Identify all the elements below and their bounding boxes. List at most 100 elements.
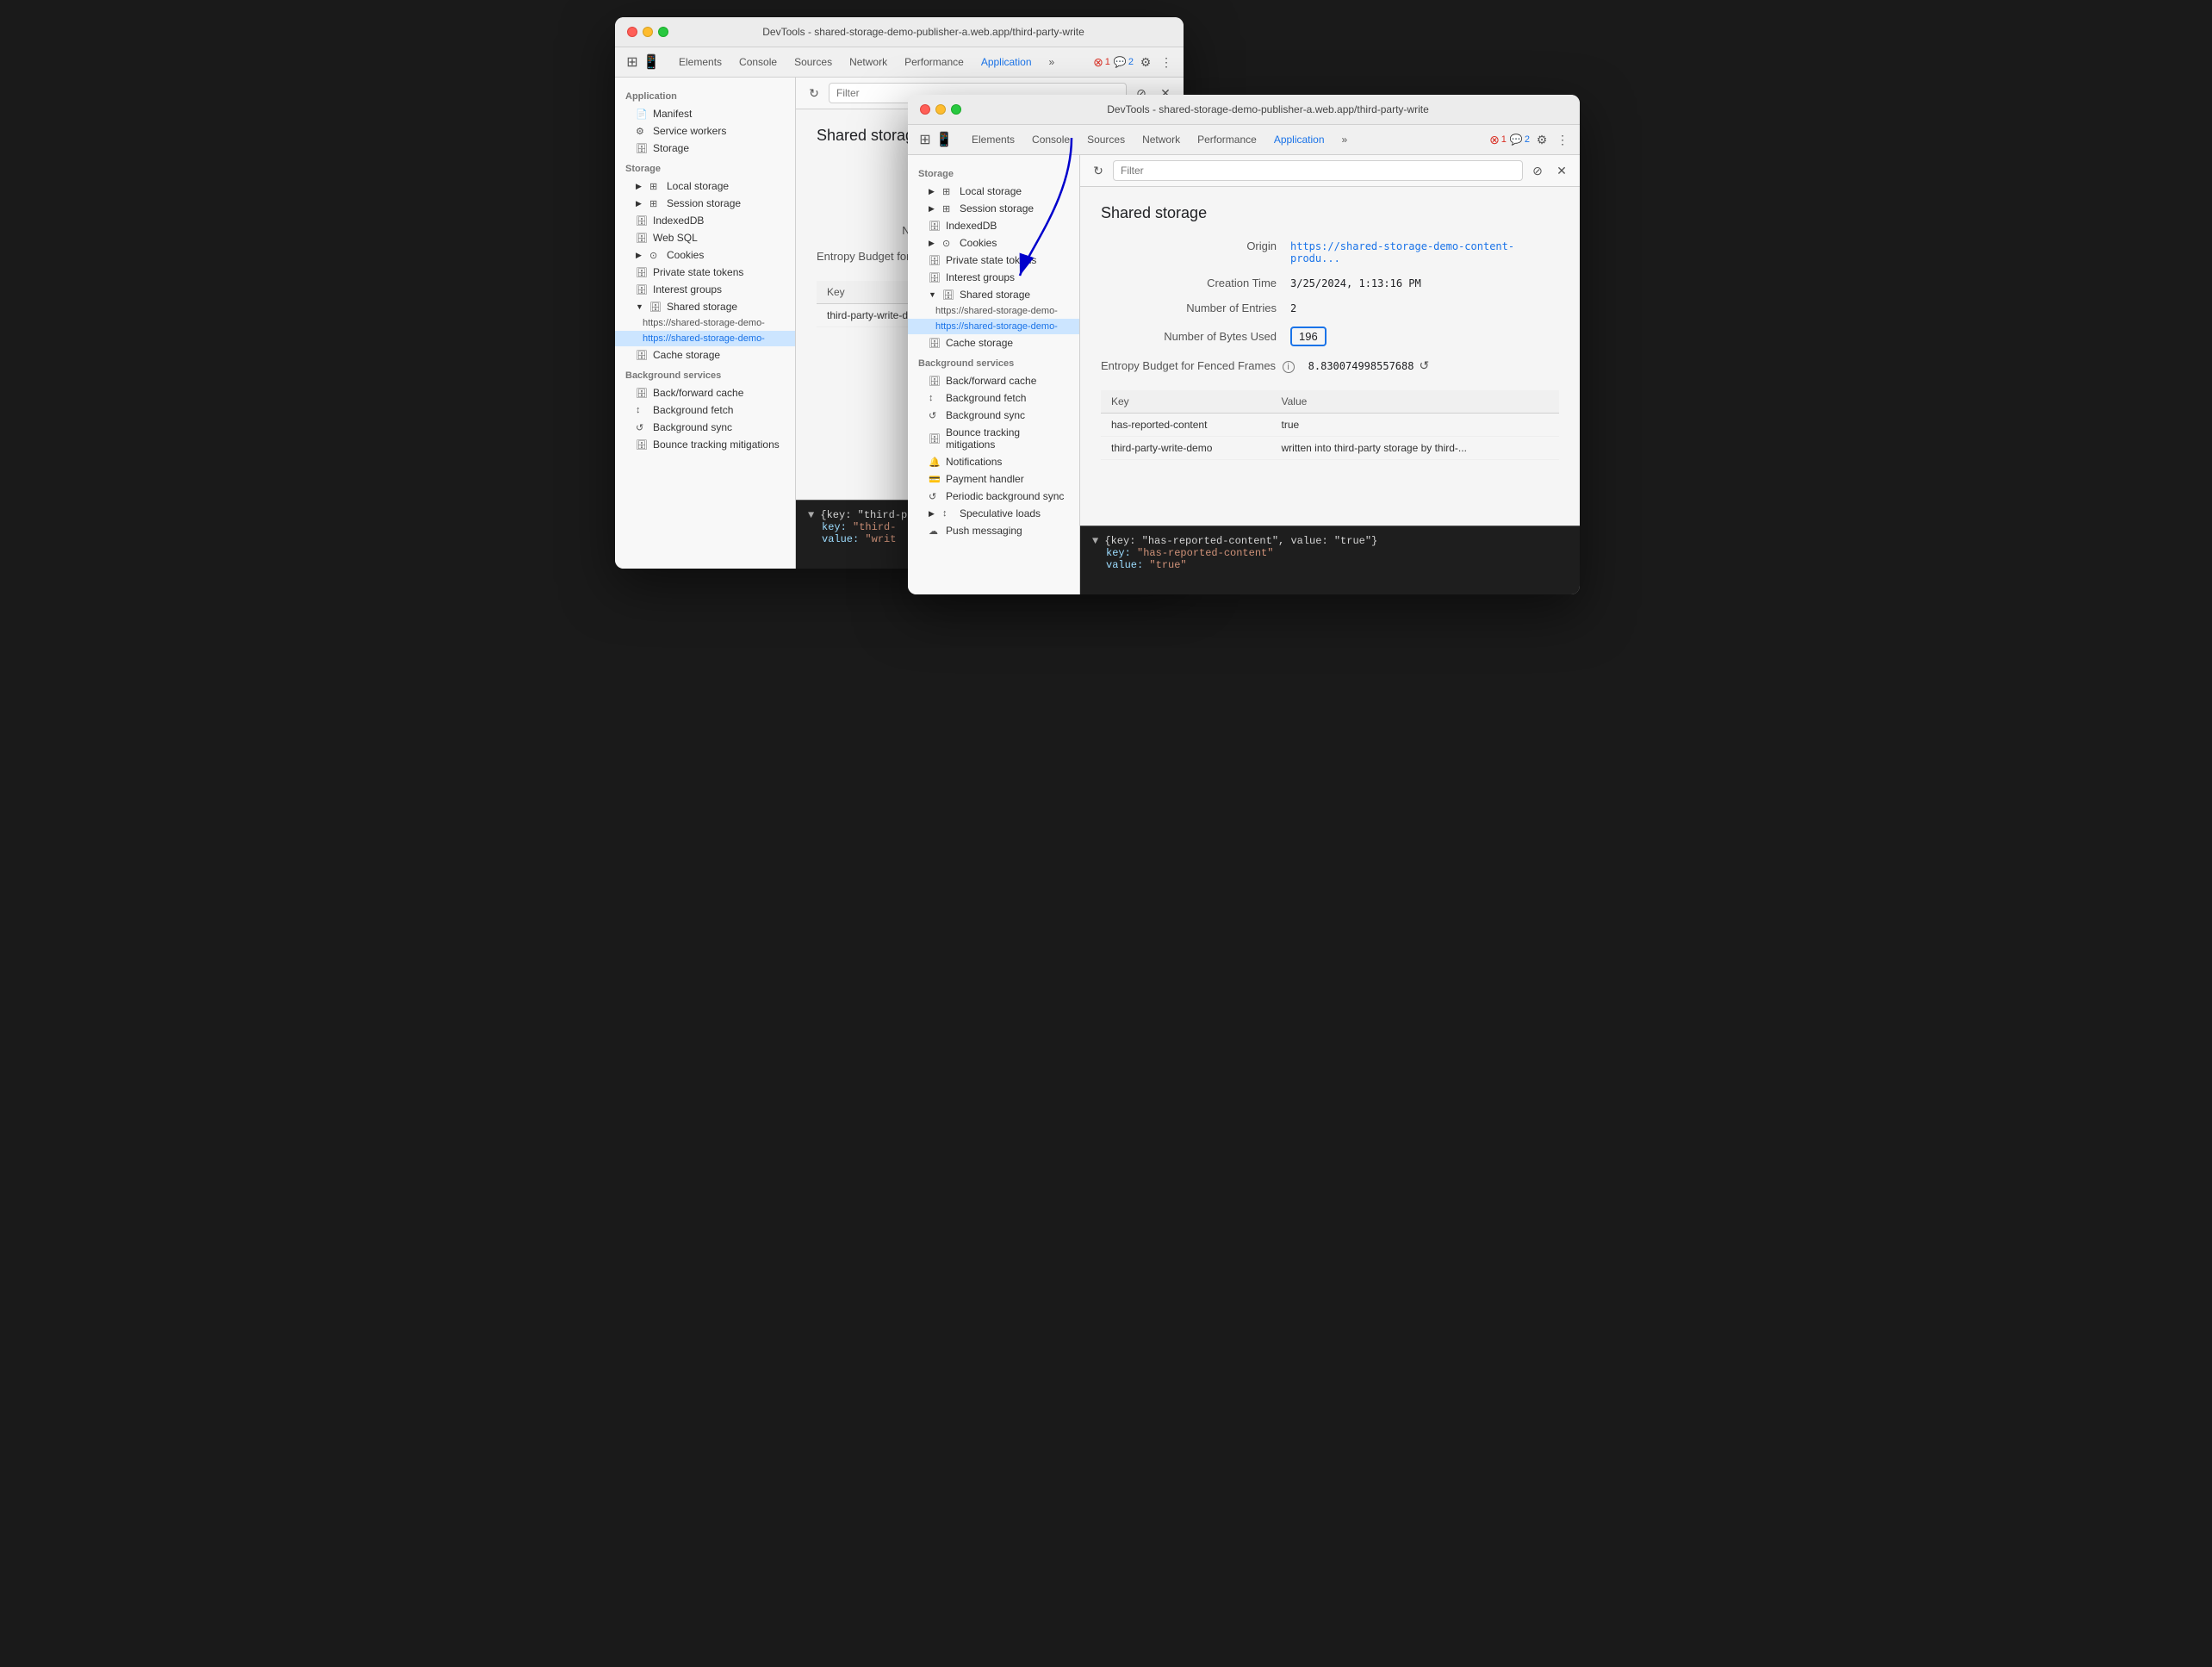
sidebar-item-shared-url-1a[interactable]: https://shared-storage-demo- xyxy=(615,315,795,331)
sidebar-item-local-2[interactable]: ▶ ⊞ Local storage xyxy=(908,183,1079,200)
info-row-bytes-2: Number of Bytes Used 196 xyxy=(1101,327,1559,346)
settings-icon-2[interactable]: ⚙ xyxy=(1533,131,1550,148)
sidebar-item-speculative-2[interactable]: ▶ ↕ Speculative loads xyxy=(908,505,1079,522)
minimize-button-1[interactable] xyxy=(643,27,653,37)
entropy-value-2: 8.830074998557688 xyxy=(1308,360,1414,372)
sidebar-item-payment-2[interactable]: 💳 Payment handler xyxy=(908,470,1079,488)
notifications-icon-2: 🔔 xyxy=(929,457,941,468)
interest-icon-1: 🗄 xyxy=(636,284,648,295)
tab-more-2[interactable]: » xyxy=(1333,130,1357,149)
cookies-icon-2: ⊙ xyxy=(942,238,954,249)
titlebar-2: DevTools - shared-storage-demo-publisher… xyxy=(908,95,1580,125)
sidebar-item-periodic-2[interactable]: ↺ Periodic background sync xyxy=(908,488,1079,505)
bytes-value-2: 196 xyxy=(1290,327,1327,346)
mobile-icon-2[interactable]: 📱 xyxy=(935,131,953,148)
table-row-2a[interactable]: has-reported-content true xyxy=(1101,414,1559,437)
sidebar-item-bfcache-2[interactable]: 🗄 Back/forward cache xyxy=(908,372,1079,389)
more-icon-2[interactable]: ⋮ xyxy=(1554,131,1571,148)
sidebar-item-bgsync-1[interactable]: ↺ Background sync xyxy=(615,419,795,436)
sidebar-item-local-storage-1[interactable]: ▶ ⊞ Local storage xyxy=(615,177,795,195)
detail-line-2c: value: "true" xyxy=(1092,559,1568,571)
sidebar-section-bg-1: Background services xyxy=(615,367,795,384)
tab-sources-2[interactable]: Sources xyxy=(1078,130,1134,149)
sidebar-item-cache-1[interactable]: 🗄 Cache storage xyxy=(615,346,795,364)
sidebar-item-shared-url-1b[interactable]: https://shared-storage-demo- xyxy=(615,331,795,346)
entropy-info-icon-2[interactable]: i xyxy=(1283,361,1295,373)
sidebar-item-url-2b[interactable]: https://shared-storage-demo- xyxy=(908,319,1079,334)
sidebar-item-interest-2[interactable]: 🗄 Interest groups xyxy=(908,269,1079,286)
maximize-button-2[interactable] xyxy=(951,104,961,115)
expand-session-1: ▶ xyxy=(636,199,644,208)
settings-icon-1[interactable]: ⚙ xyxy=(1137,53,1154,71)
sidebar-item-shared-2[interactable]: ▼ 🗄 Shared storage xyxy=(908,286,1079,303)
devtools-icon-1[interactable]: ⊞ xyxy=(624,53,641,71)
tab-network-1[interactable]: Network xyxy=(841,53,896,72)
devtools-icon-2[interactable]: ⊞ xyxy=(916,131,934,148)
sidebar-item-private-state-1[interactable]: 🗄 Private state tokens xyxy=(615,264,795,281)
sidebar-item-websql-1[interactable]: 🗄 Web SQL xyxy=(615,229,795,246)
expand-speculative-2: ▶ xyxy=(929,509,937,519)
tab-elements-2[interactable]: Elements xyxy=(963,130,1023,149)
traffic-lights-1[interactable] xyxy=(627,27,668,37)
sidebar-item-private-2[interactable]: 🗄 Private state tokens xyxy=(908,252,1079,269)
entropy-reset-2[interactable]: ↺ xyxy=(1419,358,1429,373)
sidebar-item-url-2a[interactable]: https://shared-storage-demo- xyxy=(908,303,1079,319)
sidebar-item-cache-2[interactable]: 🗄 Cache storage xyxy=(908,334,1079,351)
sidebar-item-shared-storage-1[interactable]: ▼ 🗄 Shared storage xyxy=(615,298,795,315)
tab-console-1[interactable]: Console xyxy=(730,53,786,72)
sidebar-item-session-2[interactable]: ▶ ⊞ Session storage xyxy=(908,200,1079,217)
minimize-button-2[interactable] xyxy=(935,104,946,115)
sidebar-item-indexeddb-2[interactable]: 🗄 IndexedDB xyxy=(908,217,1079,234)
maximize-button-1[interactable] xyxy=(658,27,668,37)
periodic-icon-2: ↺ xyxy=(929,491,941,502)
tab-performance-1[interactable]: Performance xyxy=(896,53,972,72)
indexeddb-icon-2: 🗄 xyxy=(929,221,941,232)
sidebar-item-session-storage-1[interactable]: ▶ ⊞ Session storage xyxy=(615,195,795,212)
sidebar-item-interest-1[interactable]: 🗄 Interest groups xyxy=(615,281,795,298)
error-badge-1[interactable]: ⊗ 1 xyxy=(1093,55,1110,70)
table-row-2b[interactable]: third-party-write-demo written into thir… xyxy=(1101,437,1559,460)
sidebar-item-bfcache-1[interactable]: 🗄 Back/forward cache xyxy=(615,384,795,401)
sidebar-item-notifications-2[interactable]: 🔔 Notifications xyxy=(908,453,1079,470)
tab-console-2[interactable]: Console xyxy=(1023,130,1078,149)
tab-elements-1[interactable]: Elements xyxy=(670,53,730,72)
window-title-2: DevTools - shared-storage-demo-publisher… xyxy=(968,103,1568,115)
info-badge-1[interactable]: 💬 2 xyxy=(1114,56,1134,68)
sidebar-item-manifest-1[interactable]: 📄 Manifest xyxy=(615,105,795,122)
clear-filter-btn-2[interactable]: ⊘ xyxy=(1528,161,1547,180)
session-icon-2: ⊞ xyxy=(942,203,954,215)
sidebar-item-push-2[interactable]: ☁ Push messaging xyxy=(908,522,1079,539)
refresh-btn-1[interactable]: ↻ xyxy=(805,84,823,103)
sidebar-item-bgsync-2[interactable]: ↺ Background sync xyxy=(908,407,1079,424)
tab-performance-2[interactable]: Performance xyxy=(1189,130,1265,149)
more-icon-1[interactable]: ⋮ xyxy=(1158,53,1175,71)
sidebar-item-bounce-1[interactable]: 🗄 Bounce tracking mitigations xyxy=(615,436,795,453)
titlebar-1: DevTools - shared-storage-demo-publisher… xyxy=(615,17,1184,47)
tab-application-1[interactable]: Application xyxy=(972,53,1041,72)
tab-network-2[interactable]: Network xyxy=(1134,130,1189,149)
window-title-1: DevTools - shared-storage-demo-publisher… xyxy=(675,26,1171,38)
tab-application-2[interactable]: Application xyxy=(1265,130,1333,149)
tab-sources-1[interactable]: Sources xyxy=(786,53,841,72)
sidebar-item-service-workers-1[interactable]: ⚙ Service workers xyxy=(615,122,795,140)
sidebar-item-cookies-1[interactable]: ▶ ⊙ Cookies xyxy=(615,246,795,264)
close-filter-2[interactable]: ✕ xyxy=(1552,161,1571,180)
traffic-lights-2[interactable] xyxy=(920,104,961,115)
entropy-label-2: Entropy Budget for Fenced Frames i xyxy=(1101,359,1308,373)
devtools-window-2[interactable]: DevTools - shared-storage-demo-publisher… xyxy=(908,95,1580,594)
close-button-2[interactable] xyxy=(920,104,930,115)
tab-more-1[interactable]: » xyxy=(1041,53,1064,72)
refresh-btn-2[interactable]: ↻ xyxy=(1089,161,1108,180)
sidebar-item-cookies-2[interactable]: ▶ ⊙ Cookies xyxy=(908,234,1079,252)
cell-value-2b: written into third-party storage by thir… xyxy=(1271,437,1560,460)
sidebar-item-indexeddb-1[interactable]: 🗄 IndexedDB xyxy=(615,212,795,229)
filter-input-2[interactable] xyxy=(1113,160,1523,181)
sidebar-item-bgfetch-1[interactable]: ↕ Background fetch xyxy=(615,401,795,419)
sidebar-item-storage-1[interactable]: 🗄 Storage xyxy=(615,140,795,157)
mobile-icon-1[interactable]: 📱 xyxy=(643,53,660,71)
sidebar-item-bgfetch-2[interactable]: ↕ Background fetch xyxy=(908,389,1079,407)
sidebar-item-bounce-2[interactable]: 🗄 Bounce tracking mitigations xyxy=(908,424,1079,453)
close-button-1[interactable] xyxy=(627,27,637,37)
info-badge-2[interactable]: 💬 2 xyxy=(1510,134,1530,146)
error-badge-2[interactable]: ⊗ 1 xyxy=(1489,133,1507,147)
